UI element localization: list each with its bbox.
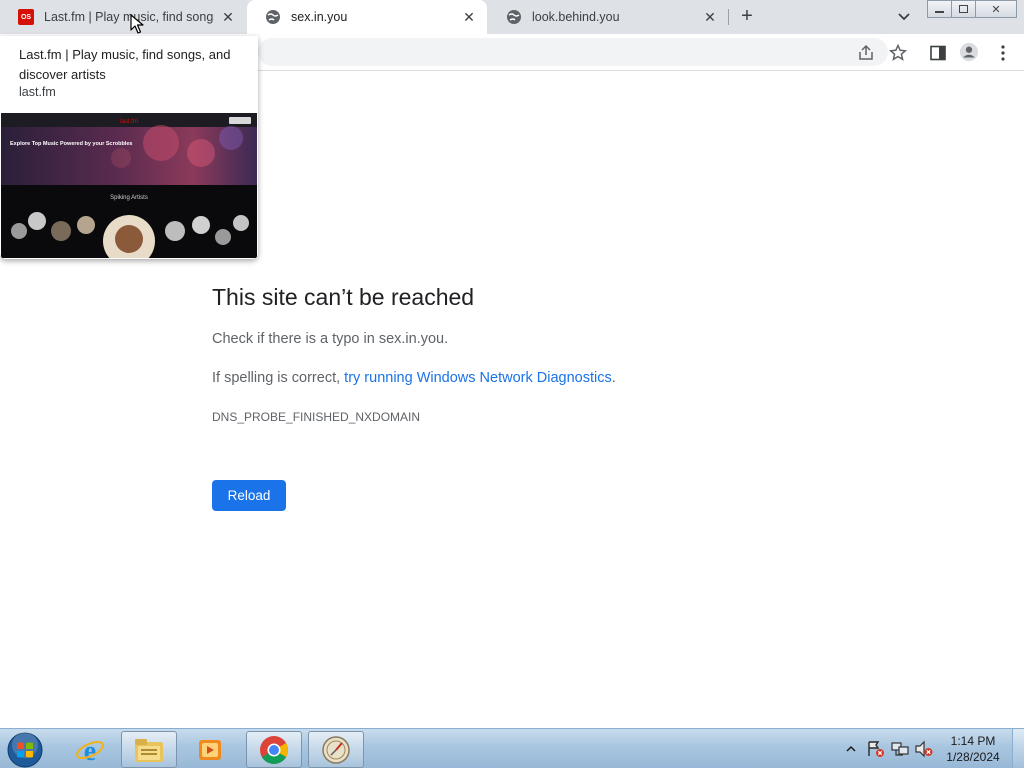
preview-brand: last.fm (120, 119, 138, 125)
side-panel-icon[interactable] (928, 43, 948, 63)
internet-explorer-icon[interactable]: e (62, 731, 118, 768)
preview-heading: Explore Top Music Powered by your Scrobb… (10, 141, 132, 147)
error-title: This site can’t be reached (212, 284, 475, 310)
reload-button[interactable]: Reload (212, 480, 286, 511)
restore-button[interactable] (951, 0, 976, 18)
tab-search-chevron-icon[interactable] (894, 7, 914, 27)
network-diagnostics-link[interactable]: try running Windows Network Diagnostics (344, 370, 612, 386)
tab-title: look.behind.you (532, 10, 620, 24)
error-diagnostics-line: If spelling is correct, try running Wind… (212, 370, 616, 386)
close-tab-icon[interactable]: ✕ (702, 9, 718, 25)
mouse-cursor-icon (130, 14, 144, 34)
clock-date: 1/28/2024 (946, 750, 1000, 764)
hovercard-domain: last.fm (19, 85, 56, 99)
system-tray (844, 729, 934, 768)
tab-separator (728, 9, 729, 25)
clock-time: 1:14 PM (950, 734, 996, 748)
preview-image: last.fm Explore Top Music Powered by you… (1, 113, 257, 258)
error-code: DNS_PROBE_FINISHED_NXDOMAIN (212, 410, 421, 424)
globe-icon (266, 10, 280, 24)
diagnostics-suffix: . (611, 370, 616, 386)
diagnostics-prefix: If spelling is correct, (212, 370, 345, 386)
globe-icon (507, 10, 521, 24)
tab-strip: OS Last.fm | Play music, find songs, a ✕… (0, 0, 1024, 34)
menu-icon[interactable] (993, 43, 1013, 63)
new-tab-button[interactable]: + (736, 6, 758, 28)
close-tab-icon[interactable]: ✕ (461, 9, 477, 25)
lastfm-icon: OS (18, 9, 34, 25)
share-icon[interactable] (856, 43, 876, 63)
tab-look-behind-you[interactable]: look.behind.you ✕ (488, 0, 728, 34)
tab-hover-card: Last.fm | Play music, find songs, and di… (0, 36, 258, 259)
system-tool-icon[interactable] (308, 731, 364, 768)
minimize-button[interactable] (927, 0, 952, 18)
svg-text:e: e (84, 736, 96, 765)
taskbar-clock[interactable]: 1:14 PM 1/28/2024 (938, 733, 1008, 765)
start-orb-icon[interactable] (6, 731, 44, 768)
address-bar[interactable] (258, 38, 888, 66)
page-preview-thumbnail: last.fm Explore Top Music Powered by you… (1, 113, 257, 258)
profile-icon[interactable] (959, 42, 979, 62)
volume-muted-icon[interactable] (914, 740, 934, 758)
window-controls: ✕ (927, 0, 1017, 18)
file-explorer-icon[interactable] (121, 731, 177, 768)
close-tab-icon[interactable]: ✕ (220, 9, 236, 25)
hovercard-title: Last.fm | Play music, find songs, and di… (19, 47, 231, 82)
bookmark-star-icon[interactable] (888, 43, 908, 63)
close-window-button[interactable]: ✕ (975, 0, 1017, 18)
tab-lastfm[interactable]: OS Last.fm | Play music, find songs, a ✕ (0, 0, 246, 34)
chrome-icon[interactable] (246, 731, 302, 768)
error-typo-hint: Check if there is a typo in sex.in.you. (212, 331, 449, 347)
action-center-flag-icon[interactable] (866, 740, 886, 758)
tab-sex-in-you[interactable]: sex.in.you ✕ (247, 0, 487, 34)
tab-title: sex.in.you (291, 10, 348, 24)
show-hidden-icons-icon[interactable] (844, 742, 858, 756)
media-player-icon[interactable] (182, 731, 238, 768)
show-desktop-button[interactable] (1012, 729, 1024, 768)
network-icon[interactable] (890, 740, 910, 758)
tab-title: Last.fm | Play music, find songs, a (44, 10, 214, 24)
preview-section: Spiking Artists (110, 195, 148, 201)
windows-taskbar: e 1:14 PM 1/28/2024 (0, 728, 1024, 768)
